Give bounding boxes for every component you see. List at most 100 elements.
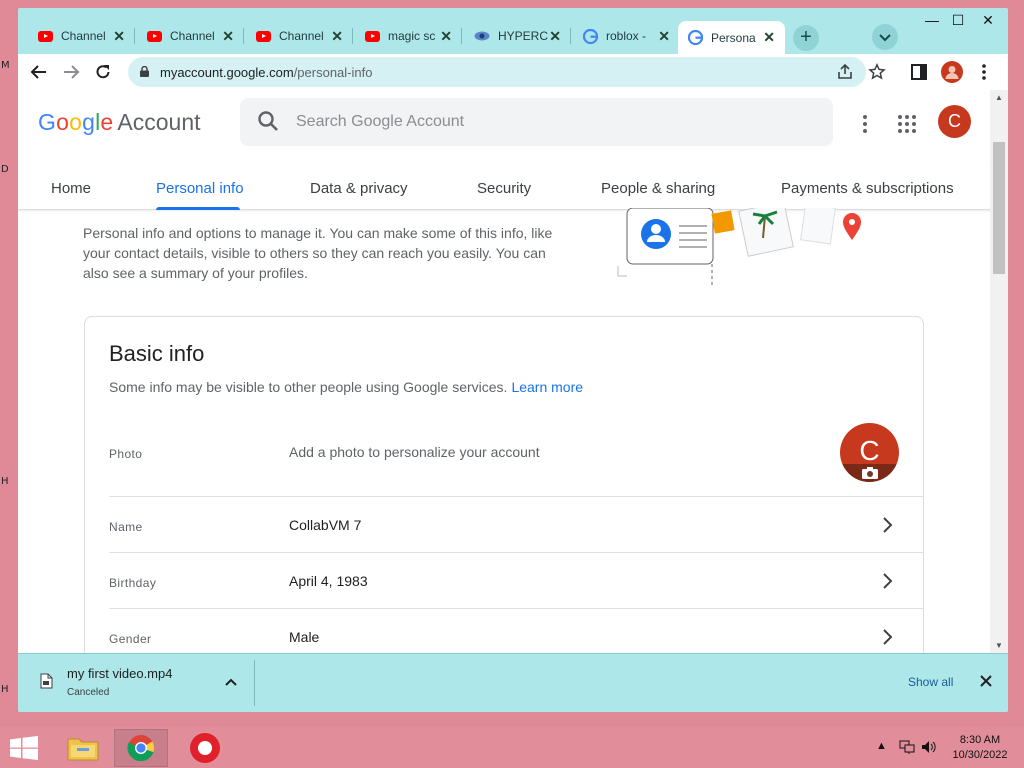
- row-label: Name: [109, 520, 143, 534]
- network-icon[interactable]: [899, 740, 915, 754]
- tab-title: magic sc: [388, 29, 436, 43]
- tab-title: Channel: [61, 29, 106, 43]
- row-value: CollabVM 7: [289, 517, 362, 533]
- close-icon[interactable]: ✕: [658, 28, 670, 45]
- close-icon[interactable]: ✕: [113, 28, 125, 45]
- basic-info-card: Basic info Some info may be visible to o…: [84, 316, 924, 653]
- browser-tab[interactable]: Channel ✕: [246, 22, 353, 50]
- divider: [254, 660, 255, 706]
- more-vert-icon[interactable]: [853, 112, 877, 136]
- maximize-button[interactable]: ☐: [942, 12, 974, 29]
- account-search-box[interactable]: [240, 98, 833, 146]
- birthday-row[interactable]: Birthday April 4, 1983: [109, 553, 924, 609]
- apps-grid-icon[interactable]: [895, 112, 919, 136]
- camera-icon: [862, 467, 878, 479]
- active-tab-indicator: [156, 207, 240, 210]
- tab-payments-subscriptions[interactable]: Payments & subscriptions: [781, 180, 954, 197]
- google-account-header: GoogleAccount C: [18, 90, 990, 166]
- desktop-icon-label: H: [1, 684, 9, 695]
- close-icon[interactable]: ✕: [763, 29, 775, 46]
- show-hidden-icons-icon[interactable]: ▲: [876, 740, 892, 754]
- desktop-icon-label: H: [1, 476, 9, 487]
- chevron-up-icon[interactable]: [223, 674, 239, 690]
- download-file-name[interactable]: my first video.mp4: [67, 666, 172, 681]
- tab-data-privacy[interactable]: Data & privacy: [310, 180, 408, 197]
- search-icon[interactable]: [257, 110, 279, 132]
- tab-search-button[interactable]: [872, 24, 898, 50]
- chrome-taskbar-button[interactable]: [114, 729, 168, 767]
- browser-tab[interactable]: magic sc ✕: [355, 22, 462, 50]
- tab-home[interactable]: Home: [51, 180, 91, 197]
- recorder-taskbar-button[interactable]: [178, 729, 232, 767]
- tab-separator: [570, 28, 571, 44]
- address-bar[interactable]: myaccount.google.com/personal-info: [128, 57, 886, 87]
- new-tab-button[interactable]: +: [793, 25, 819, 51]
- scroll-down-icon[interactable]: ▼: [995, 641, 1003, 650]
- row-value: Add a photo to personalize your account: [289, 444, 540, 460]
- tab-separator: [352, 28, 353, 44]
- show-all-button[interactable]: Show all: [908, 675, 953, 689]
- tab-separator: [134, 28, 135, 44]
- chevron-right-icon: [883, 573, 893, 589]
- close-icon[interactable]: ✕: [222, 28, 234, 45]
- clock-time: 8:30 AM: [959, 734, 1001, 746]
- browser-tab[interactable]: roblox - ✕: [573, 22, 680, 50]
- share-icon[interactable]: [836, 63, 854, 81]
- file-explorer-button[interactable]: [56, 729, 110, 767]
- close-icon[interactable]: ✕: [440, 28, 452, 45]
- forward-button[interactable]: [58, 59, 84, 85]
- desktop-icon-label: D: [1, 164, 9, 175]
- tab-security[interactable]: Security: [477, 180, 531, 197]
- side-panel-icon[interactable]: [911, 64, 927, 80]
- reload-button[interactable]: [90, 59, 116, 85]
- search-input[interactable]: [296, 110, 796, 134]
- close-window-button[interactable]: ✕: [972, 12, 1004, 29]
- tab-title: roblox -: [606, 29, 647, 43]
- google-account-logo[interactable]: Google Account: [38, 109, 201, 136]
- browser-tab-active[interactable]: Persona ✕: [678, 21, 785, 54]
- google-icon: [688, 30, 703, 45]
- chevron-right-icon: [883, 629, 893, 645]
- chrome-icon: [127, 735, 155, 762]
- photo-row[interactable]: Photo Add a photo to personalize your ac…: [109, 417, 924, 497]
- page-scrollbar[interactable]: ▲ ▼: [990, 90, 1008, 653]
- taskbar: ▲ 8:30 AM 10/30/2022: [0, 727, 1024, 768]
- folder-icon: [67, 738, 99, 761]
- system-clock[interactable]: 8:30 AM 10/30/2022: [942, 733, 1018, 763]
- row-label: Photo: [109, 447, 143, 461]
- gender-row[interactable]: Gender Male: [109, 609, 924, 653]
- browser-tab[interactable]: HYPERC ✕: [464, 22, 571, 50]
- close-icon[interactable]: [978, 673, 994, 689]
- browser-window: Channel ✕ Channel ✕ Channel ✕ magic sc ✕: [18, 8, 1008, 712]
- browser-tab[interactable]: Channel ✕: [28, 22, 135, 50]
- learn-more-link[interactable]: Learn more: [511, 379, 583, 395]
- close-icon[interactable]: ✕: [331, 28, 343, 45]
- lock-icon: [140, 66, 149, 77]
- page-description: Personal info and options to manage it. …: [83, 225, 553, 281]
- personal-info-illustration: [617, 208, 861, 288]
- back-button[interactable]: [26, 59, 52, 85]
- person-icon: [941, 61, 963, 83]
- more-vert-icon[interactable]: [976, 62, 992, 82]
- tab-title: Channel: [279, 29, 324, 43]
- scrollbar-thumb[interactable]: [993, 142, 1005, 274]
- windows-start-icon[interactable]: [10, 736, 38, 760]
- star-icon[interactable]: [868, 63, 886, 81]
- profile-button[interactable]: [941, 61, 963, 83]
- close-icon[interactable]: ✕: [549, 28, 561, 45]
- card-subtitle: Some info may be visible to other people…: [109, 379, 583, 395]
- volume-icon[interactable]: [921, 740, 937, 754]
- arrow-right-icon: [64, 65, 80, 79]
- file-icon: [40, 673, 53, 689]
- clock-date: 10/30/2022: [952, 749, 1008, 761]
- chevron-right-icon: [883, 517, 893, 533]
- account-avatar[interactable]: C: [938, 105, 971, 138]
- browser-tab[interactable]: Channel ✕: [137, 22, 244, 50]
- profile-photo-avatar[interactable]: C: [840, 423, 899, 482]
- scroll-up-icon[interactable]: ▲: [995, 93, 1003, 102]
- tab-people-sharing[interactable]: People & sharing: [601, 180, 715, 197]
- name-row[interactable]: Name CollabVM 7: [109, 497, 924, 553]
- tab-personal-info[interactable]: Personal info: [156, 180, 244, 197]
- tab-title: HYPERC: [498, 29, 549, 43]
- download-status: Canceled: [67, 687, 110, 698]
